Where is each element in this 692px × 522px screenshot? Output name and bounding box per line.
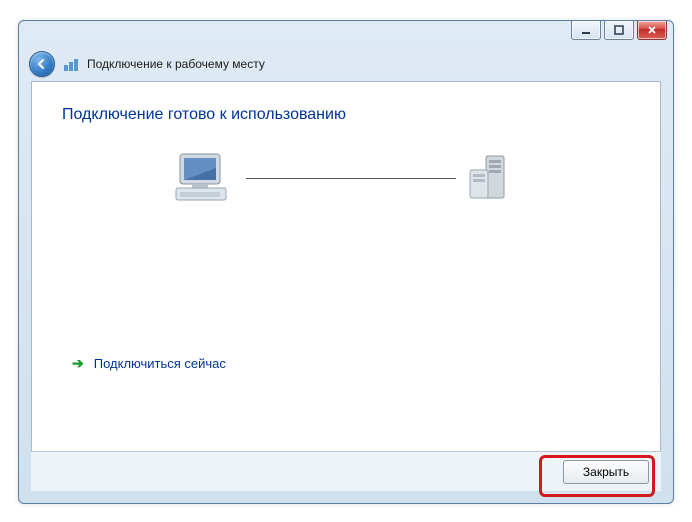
wizard-title: Подключение к рабочему месту [87, 57, 265, 71]
connect-now-label: Подключиться сейчас [94, 356, 226, 371]
wizard-content: Подключение готово к использованию [31, 81, 661, 453]
window-caption-buttons [571, 21, 667, 40]
close-button[interactable]: Закрыть [563, 460, 649, 484]
connection-diagram [62, 150, 630, 206]
server-icon [464, 150, 520, 206]
minimize-icon [581, 25, 591, 35]
wizard-footer: Закрыть [31, 451, 661, 491]
wizard-window: Подключение к рабочему месту Подключение… [18, 20, 674, 504]
back-arrow-icon [36, 58, 48, 70]
maximize-icon [614, 25, 624, 35]
close-window-button[interactable] [637, 21, 667, 40]
client-pc-icon [172, 150, 238, 206]
close-icon [647, 25, 657, 35]
network-wizard-icon [63, 56, 79, 72]
minimize-button[interactable] [571, 21, 601, 40]
arrow-right-icon: ➔ [72, 355, 84, 372]
connect-now-link[interactable]: ➔ Подключиться сейчас [72, 355, 226, 372]
connection-line [246, 178, 456, 179]
status-headline: Подключение готово к использованию [62, 106, 630, 124]
maximize-button[interactable] [604, 21, 634, 40]
back-button[interactable] [29, 51, 55, 77]
